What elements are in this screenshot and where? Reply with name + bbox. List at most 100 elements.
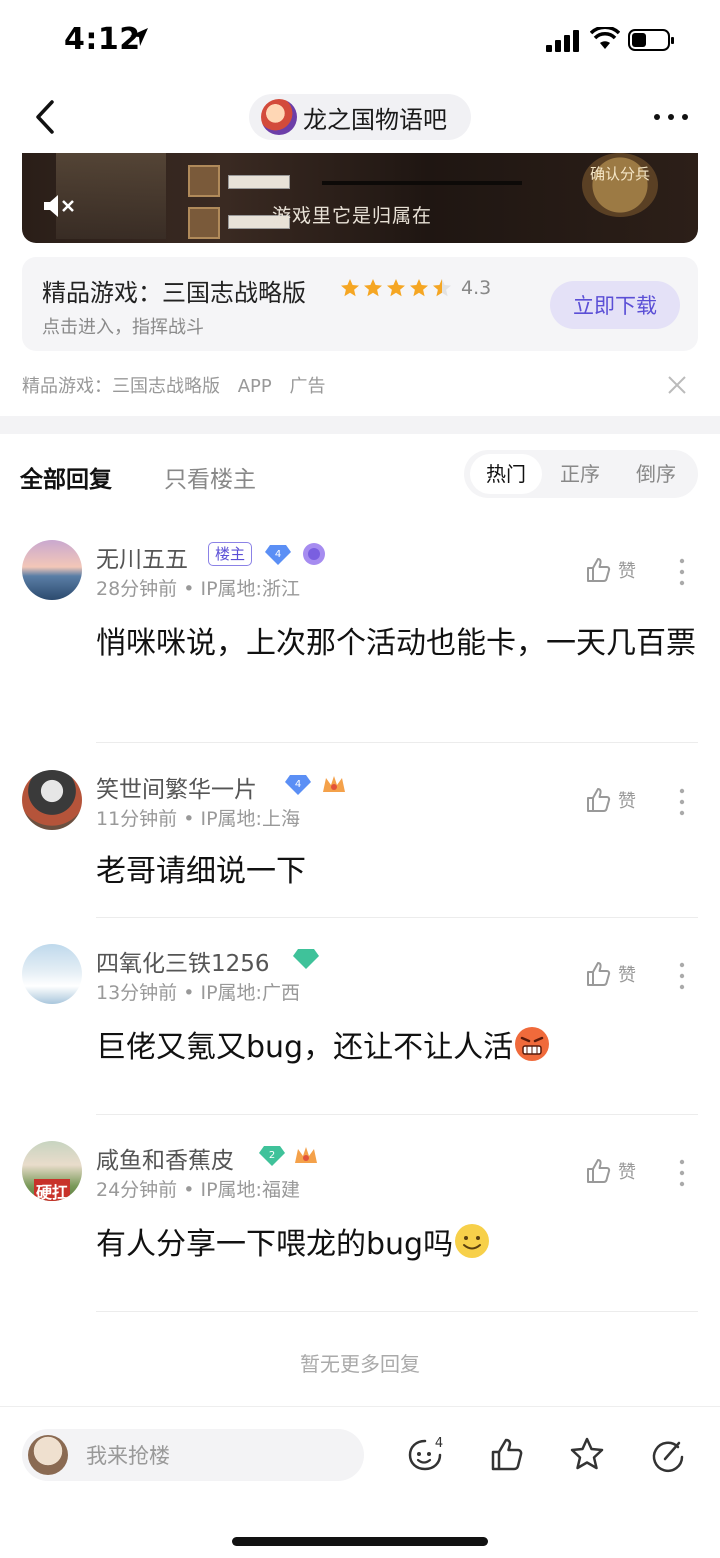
comment-more-icon[interactable] — [676, 962, 688, 990]
comment-time: 28分钟前 — [96, 578, 178, 600]
smile-face-emoji-icon — [455, 1224, 490, 1258]
ad-video-banner[interactable]: 游戏里它是归属在 确认分兵 — [22, 153, 698, 243]
username[interactable]: 笑世间繁华一片 — [96, 770, 257, 804]
like-button[interactable]: 赞 — [584, 1157, 636, 1185]
comment-meta: 11分钟前 • IP属地:上海 — [96, 808, 300, 830]
thumbs-up-icon — [587, 788, 611, 812]
thumbs-up-icon — [587, 962, 611, 986]
sort-ascending[interactable]: 正序 — [544, 454, 616, 494]
comment-time: 24分钟前 — [96, 1179, 178, 1201]
comment-more-icon[interactable] — [676, 788, 688, 816]
no-more-replies: 暂无更多回复 — [300, 1352, 420, 1376]
comment-divider — [96, 917, 698, 918]
like-label: 赞 — [618, 965, 636, 986]
thumbs-up-icon[interactable] — [487, 1435, 527, 1475]
ad-general-slot — [188, 165, 220, 197]
comment-body: 有人分享一下喂龙的bug吗 — [96, 1219, 696, 1271]
reply-tabs: 全部回复 只看楼主 热门 正序 倒序 — [0, 434, 720, 518]
ad-caption: 游戏里它是归属在 — [272, 205, 433, 227]
tab-owner-only[interactable]: 只看楼主 — [164, 460, 256, 494]
forum-title-pill[interactable]: 龙之国物语吧 — [249, 94, 471, 140]
avatar[interactable]: 硬扛 — [22, 1141, 82, 1201]
comment-divider — [96, 1114, 698, 1115]
owner-tag: 楼主 — [208, 542, 253, 566]
like-button[interactable]: 赞 — [584, 786, 636, 814]
comment-ip: IP属地:上海 — [200, 808, 300, 830]
avatar-text: 硬扛 — [34, 1179, 71, 1201]
star-icon — [387, 279, 405, 297]
level-number: 2 — [269, 1150, 275, 1161]
like-label: 赞 — [618, 1162, 636, 1183]
half-star-icon — [433, 279, 451, 297]
member-badge-icon — [303, 543, 325, 565]
comment-time: 11分钟前 — [96, 808, 178, 830]
comment-meta: 13分钟前 • IP属地:广西 — [96, 982, 300, 1004]
back-arrow-icon[interactable] — [30, 98, 62, 136]
like-button[interactable]: 赞 — [584, 960, 636, 988]
username[interactable]: 咸鱼和香蕉皮 — [96, 1141, 234, 1175]
thumbs-up-icon — [587, 1159, 611, 1183]
ad-subtitle: 点击进入，指挥战斗 — [42, 317, 204, 338]
star-icon — [410, 279, 428, 297]
battery-icon — [628, 29, 674, 51]
wifi-icon — [590, 27, 620, 49]
username[interactable]: 四氧化三铁1256 — [96, 944, 270, 978]
ad-slider-track — [322, 181, 522, 185]
home-indicator — [232, 1537, 488, 1546]
angry-face-emoji-icon — [515, 1027, 550, 1061]
bottom-bar: 我来抢楼 4 — [0, 1406, 720, 1558]
emoji-badge-count: 4 — [435, 1436, 443, 1451]
download-button[interactable]: 立即下载 — [550, 281, 680, 329]
rating-value: 4.3 — [461, 277, 492, 299]
more-options-icon[interactable] — [652, 112, 690, 122]
ad-confirm-seal: 确认分兵 — [582, 153, 658, 217]
ad-meta: 精品游戏：三国志战略版 APP 广告 — [22, 372, 338, 398]
sort-hot[interactable]: 热门 — [470, 454, 542, 494]
avatar[interactable] — [22, 770, 82, 830]
comment-meta: 28分钟前 • IP属地:浙江 — [96, 578, 300, 600]
level-diamond-icon — [293, 949, 319, 969]
level-number: 4 — [295, 779, 301, 790]
level-diamond-icon: 4 — [285, 775, 311, 795]
like-button[interactable]: 赞 — [584, 556, 636, 584]
comment-divider — [96, 742, 698, 743]
avatar[interactable] — [22, 944, 82, 1004]
ad-meta-label: 广告 — [289, 376, 326, 397]
my-avatar — [28, 1435, 68, 1475]
comment-meta: 24分钟前 • IP属地:福建 — [96, 1179, 300, 1201]
ad-title: 精品游戏：三国志战略版 — [42, 279, 306, 307]
forum-name: 龙之国物语吧 — [303, 105, 447, 134]
close-ad-icon[interactable] — [666, 374, 688, 396]
nav-bar: 龙之国物语吧 — [0, 82, 720, 152]
emoji-reaction-icon[interactable]: 4 — [405, 1435, 445, 1475]
level-diamond-icon: 2 — [259, 1146, 285, 1166]
comment-body: 巨佬又氪又bug，还让不让人活 — [96, 1022, 696, 1074]
star-icon — [341, 279, 359, 297]
like-label: 赞 — [618, 791, 636, 812]
comment-text: 巨佬又氪又bug，还让不让人活 — [96, 1030, 514, 1065]
sort-toggle: 热门 正序 倒序 — [464, 450, 698, 498]
comment-more-icon[interactable] — [676, 1159, 688, 1187]
like-label: 赞 — [618, 561, 636, 582]
status-bar: 4:12 — [0, 0, 720, 82]
ad-general-slot — [188, 207, 220, 239]
mute-icon[interactable] — [42, 193, 76, 219]
comment-ip: IP属地:广西 — [200, 982, 300, 1004]
share-edit-icon[interactable] — [648, 1435, 688, 1475]
avatar[interactable] — [22, 540, 82, 600]
sort-descending[interactable]: 倒序 — [620, 454, 692, 494]
ad-meta-name: 精品游戏：三国志战略版 — [22, 376, 220, 397]
reply-input-placeholder: 我来抢楼 — [86, 1444, 170, 1468]
comment-more-icon[interactable] — [676, 558, 688, 586]
star-favorite-icon[interactable] — [567, 1435, 607, 1475]
ad-meta-app: APP — [237, 376, 272, 397]
reply-input[interactable]: 我来抢楼 — [22, 1429, 364, 1481]
comment-divider — [96, 1311, 698, 1312]
forum-avatar — [261, 99, 297, 135]
ad-game-card[interactable]: 精品游戏：三国志战略版 4.3 点击进入，指挥战斗 立即下载 — [22, 257, 698, 351]
thumbs-up-icon — [587, 558, 611, 582]
ad-input-bar — [228, 175, 290, 189]
username[interactable]: 无川五五 — [96, 540, 188, 574]
tab-all-replies[interactable]: 全部回复 — [20, 460, 112, 494]
level-diamond-icon: 4 — [265, 545, 291, 565]
